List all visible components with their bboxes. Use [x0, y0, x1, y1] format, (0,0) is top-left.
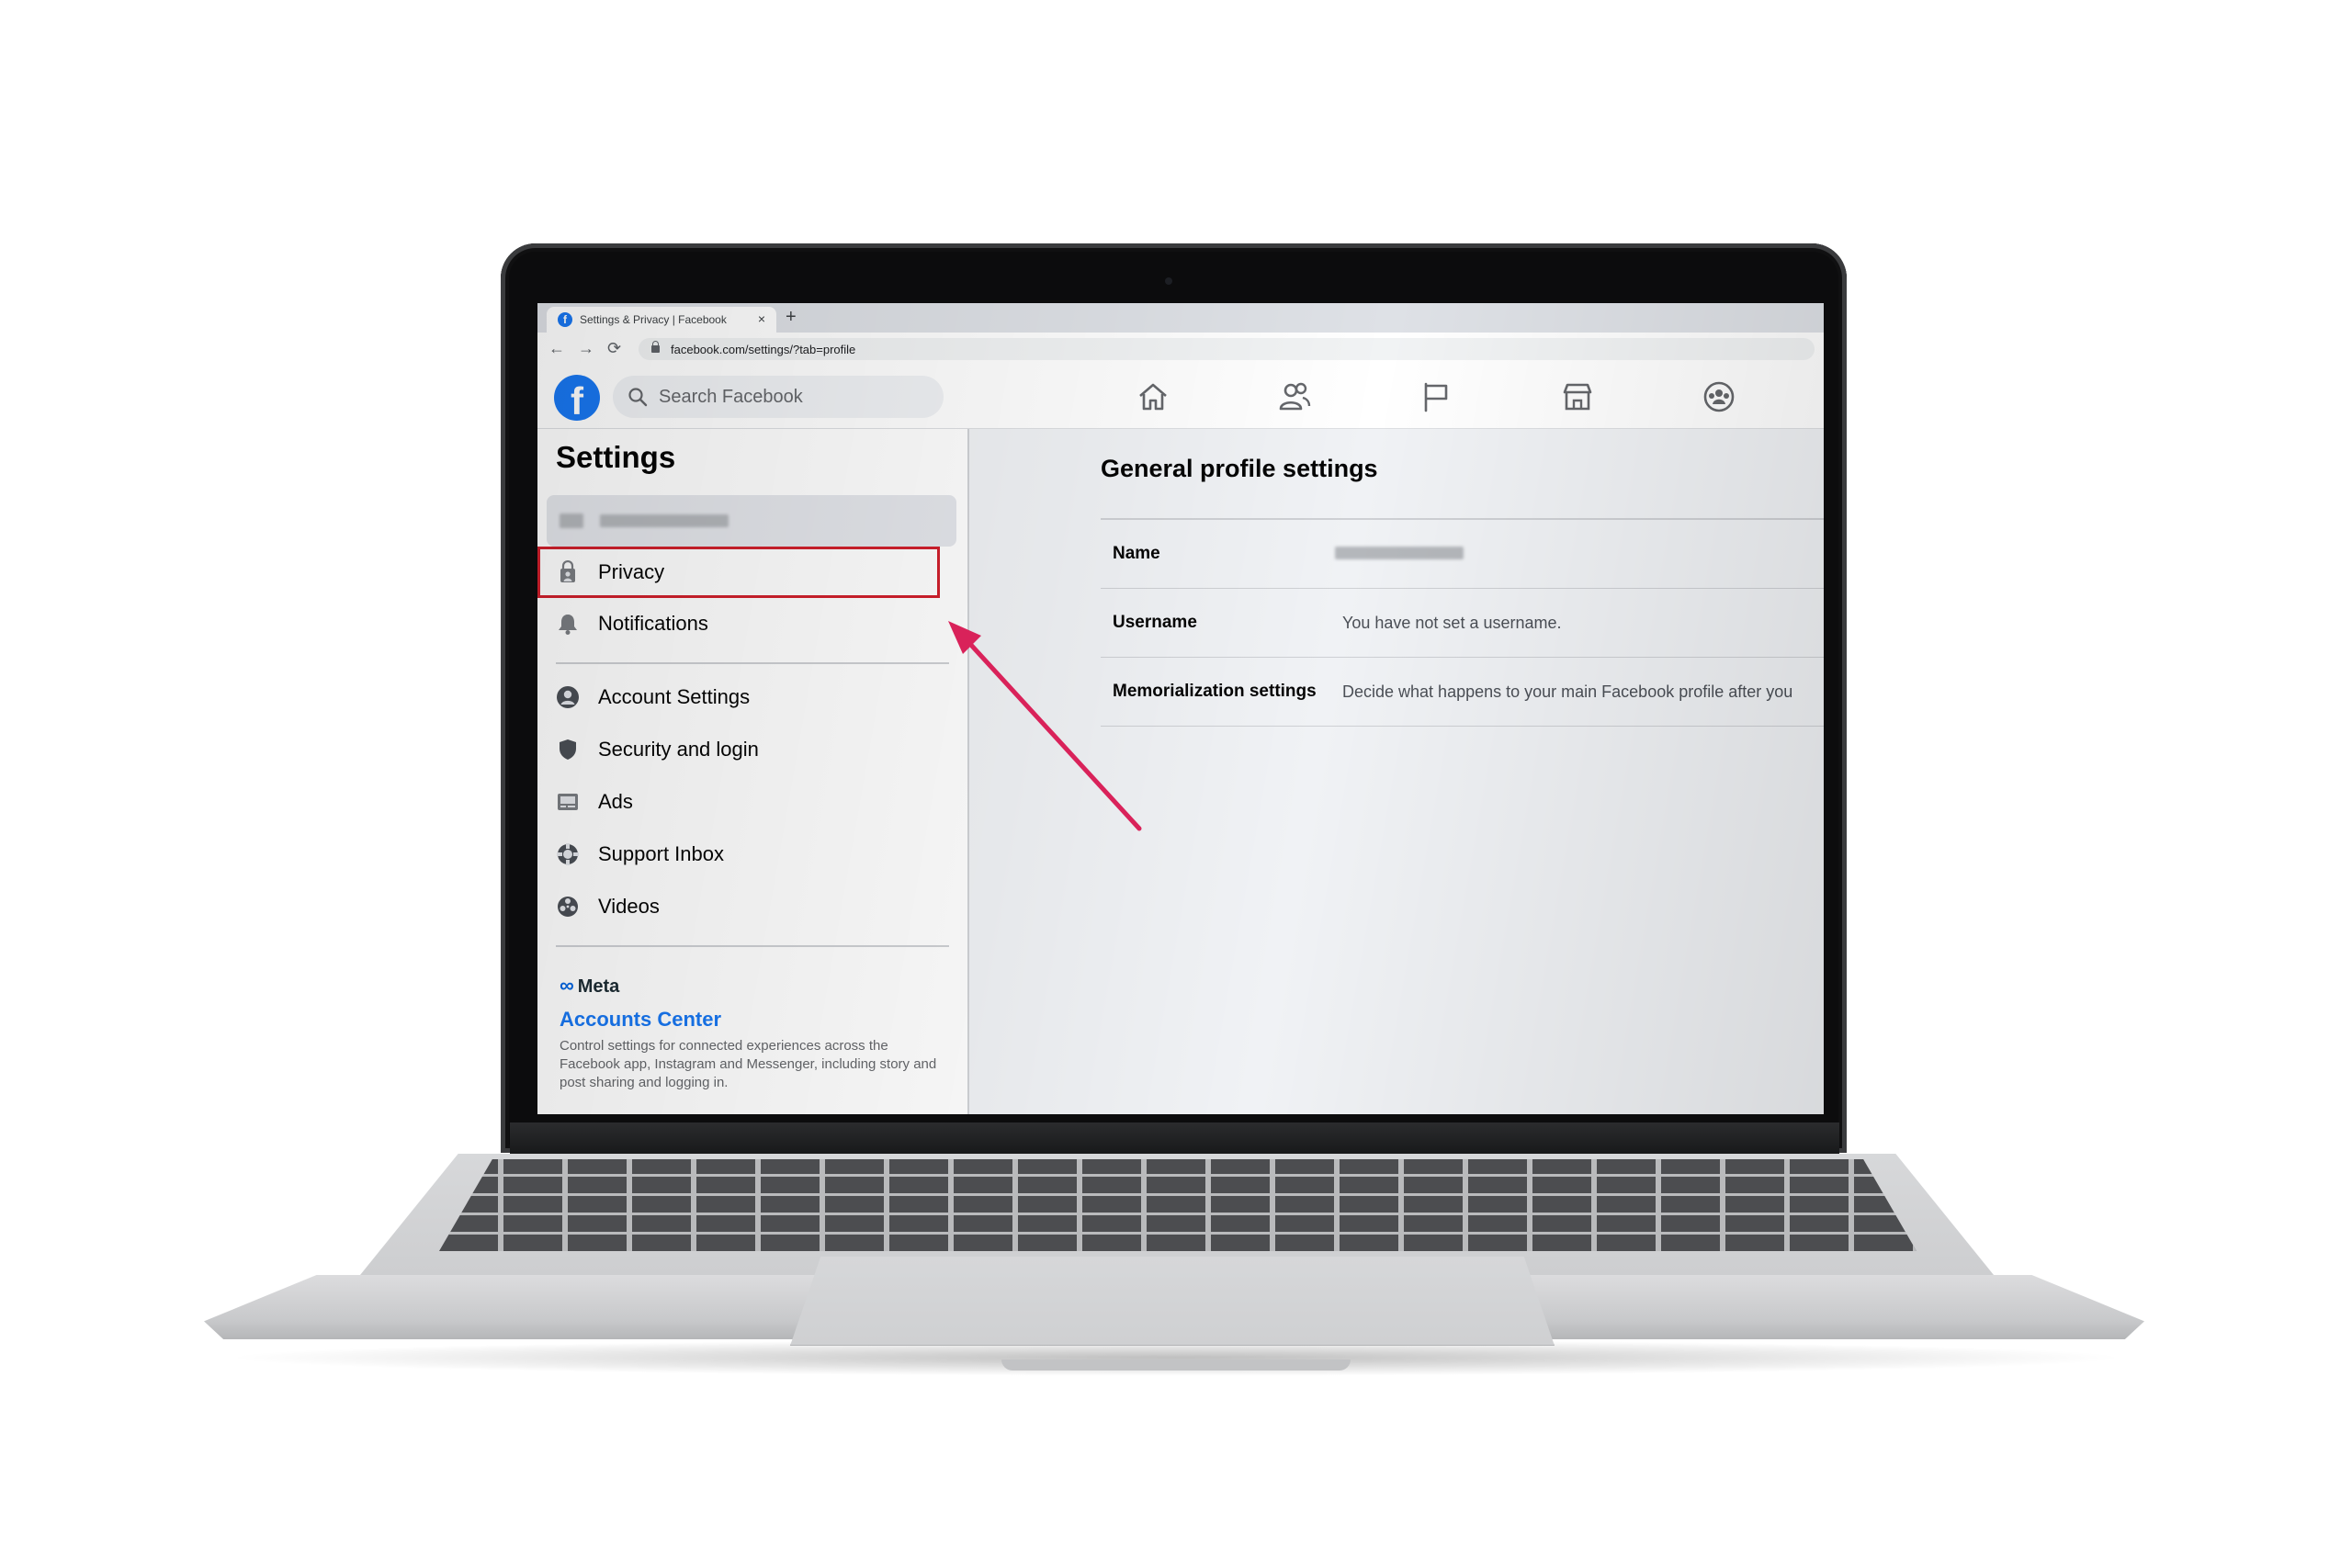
groups-icon[interactable] — [1701, 378, 1737, 415]
ads-icon — [558, 794, 578, 810]
home-icon[interactable] — [1135, 378, 1171, 415]
lifebuoy-icon — [557, 843, 579, 865]
lock-person-icon — [560, 560, 575, 582]
sidebar-item-videos[interactable]: Videos — [556, 888, 660, 925]
back-button[interactable]: ← — [548, 339, 565, 358]
facebook-logo[interactable]: f — [554, 375, 600, 421]
search-bar[interactable]: Search Facebook — [613, 376, 944, 418]
blurred-profile-name — [600, 514, 729, 527]
facebook-favicon-icon: f — [558, 312, 572, 327]
lid-notch — [1001, 1359, 1351, 1371]
sidebar-item-notifications[interactable]: Notifications — [556, 605, 708, 642]
meta-label: Meta — [577, 976, 620, 997]
blurred-name-value — [1335, 547, 1464, 559]
meta-infinity-icon: ∞ — [560, 974, 574, 997]
sidebar-item-label: Ads — [598, 790, 633, 813]
setting-key: Memorialization settings — [1113, 682, 1317, 701]
friends-icon[interactable] — [1276, 378, 1313, 415]
setting-value: You have not set a username. — [1342, 614, 1562, 632]
section-title: General profile settings — [1101, 455, 1378, 482]
shield-icon — [560, 739, 576, 760]
sidebar-item-label: Support Inbox — [598, 842, 724, 865]
main-content: General profile settings Name Username Y… — [969, 429, 1824, 1114]
marketplace-icon[interactable] — [1559, 378, 1596, 415]
accounts-center-link[interactable]: Accounts Center — [560, 1008, 721, 1032]
keyboard — [439, 1159, 1917, 1251]
accounts-center-description: Control settings for connected experienc… — [560, 1038, 937, 1090]
account-icon — [557, 686, 579, 708]
page-title: Settings — [556, 440, 676, 474]
settings-sidebar: Settings Privacy Notifications Account S… — [537, 429, 969, 1114]
meta-logo: ∞ Meta — [560, 974, 619, 998]
laptop-hinge — [510, 1122, 1839, 1154]
url-bar[interactable]: facebook.com/settings/?tab=profile — [639, 338, 1815, 360]
sidebar-item-label: Account Settings — [598, 685, 751, 708]
url-text: facebook.com/settings/?tab=profile — [671, 342, 856, 356]
setting-row-name[interactable]: Name — [1101, 520, 1824, 589]
search-input[interactable]: Search Facebook — [659, 387, 803, 408]
bell-icon — [559, 615, 577, 635]
reload-button[interactable]: ⟳ — [607, 339, 621, 358]
setting-row-username[interactable]: Username You have not set a username. — [1101, 589, 1824, 658]
search-icon — [628, 388, 648, 407]
sidebar-item-support-inbox[interactable]: Support Inbox — [556, 836, 724, 873]
sidebar-item-label: Security and login — [598, 738, 759, 761]
facebook-top-nav: f Search Facebook — [537, 366, 1824, 429]
setting-value: Decide what happens to your main Faceboo… — [1342, 682, 1793, 701]
profile-settings-table: Name Username You have not set a usernam… — [1101, 518, 1824, 727]
setting-key: Username — [1113, 613, 1197, 632]
sidebar-item-label: Privacy — [598, 560, 665, 583]
browser-tab-bar: f Settings & Privacy | Facebook × + — [537, 303, 1824, 333]
new-tab-button[interactable]: + — [786, 307, 797, 328]
trackpad — [790, 1257, 1555, 1346]
blurred-avatar — [560, 513, 583, 528]
lock-icon — [651, 341, 660, 353]
browser-tab[interactable]: f Settings & Privacy | Facebook × — [547, 307, 776, 333]
setting-key: Name — [1113, 544, 1160, 563]
forward-button[interactable]: → — [578, 339, 594, 358]
sidebar-item-privacy[interactable]: Privacy — [556, 554, 664, 591]
screen: f Settings & Privacy | Facebook × + ← → … — [537, 303, 1824, 1114]
browser-toolbar: ← → ⟳ facebook.com/settings/?tab=profile — [537, 333, 1824, 367]
sidebar-item-label: Videos — [598, 895, 660, 918]
profile-row[interactable] — [547, 495, 956, 547]
sidebar-item-label: Notifications — [598, 612, 708, 635]
pages-flag-icon[interactable] — [1418, 378, 1454, 415]
sidebar-item-security[interactable]: Security and login — [556, 731, 759, 768]
sidebar-item-account-settings[interactable]: Account Settings — [556, 679, 750, 716]
sidebar-divider — [556, 662, 949, 664]
tab-title: Settings & Privacy | Facebook — [580, 313, 727, 326]
webcam — [1165, 277, 1172, 285]
setting-row-memorialization[interactable]: Memorialization settings Decide what hap… — [1101, 658, 1824, 727]
film-reel-icon — [558, 897, 578, 917]
sidebar-divider — [556, 945, 949, 947]
sidebar-item-ads[interactable]: Ads — [556, 784, 633, 820]
tab-close-icon[interactable]: × — [758, 311, 765, 326]
